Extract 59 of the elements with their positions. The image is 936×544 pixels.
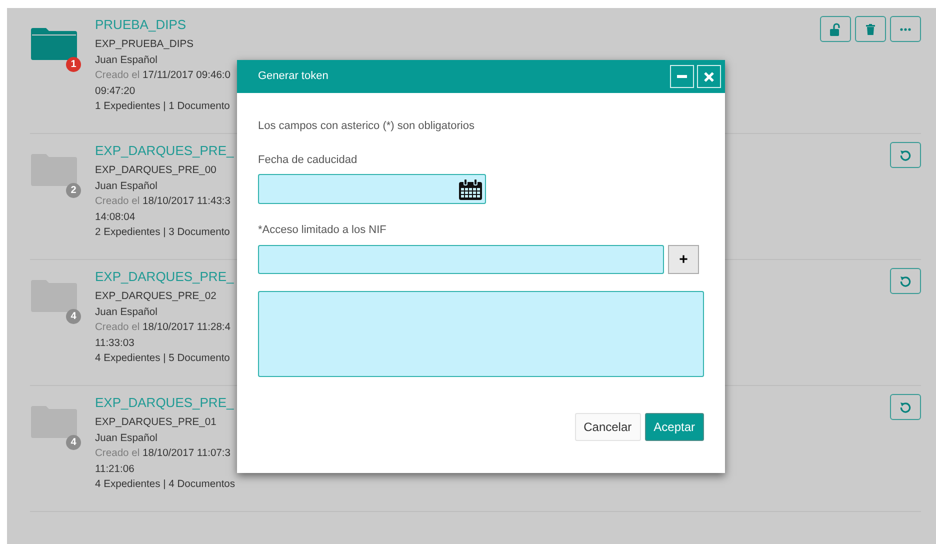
item-code: EXP_DARQUES_PRE_00 xyxy=(95,164,216,178)
minimize-button[interactable] xyxy=(670,65,694,88)
created-date: 17/11/2017 09:46:0 xyxy=(142,70,231,81)
created-label: Creado el xyxy=(95,70,140,81)
unlock-button[interactable] xyxy=(820,16,851,42)
item-totals: 4 Expedientes | 5 Documento xyxy=(95,352,230,366)
created-label: Creado el xyxy=(95,322,140,333)
count-badge: 4 xyxy=(66,309,81,324)
delete-button[interactable] xyxy=(855,16,886,42)
created-date: 18/10/2017 11:28:4 xyxy=(142,322,231,333)
author-name: Juan Español xyxy=(95,180,158,194)
close-button[interactable] xyxy=(697,65,721,88)
restore-button[interactable] xyxy=(890,394,921,420)
count-badge: 2 xyxy=(66,183,81,198)
add-button[interactable]: + xyxy=(668,244,699,274)
field-label: *Acceso limitado a los NIF xyxy=(258,223,388,238)
created-label: Creado el xyxy=(95,448,140,459)
more-button[interactable] xyxy=(890,16,921,42)
required-note: Los campos con asterico (*) son obligatorios xyxy=(258,119,476,134)
item-code: EXP_DARQUES_PRE_02 xyxy=(95,290,216,304)
date-field[interactable] xyxy=(258,174,486,204)
item-code: EXP_PRUEBA_DIPS xyxy=(95,38,194,52)
created-date: 18/10/2017 11:43:3 xyxy=(142,196,231,207)
cancel-button[interactable]: Cancelar xyxy=(574,412,641,440)
field-label: Fecha de caducidad xyxy=(258,152,358,168)
refresh-icon xyxy=(900,150,911,160)
nif-field[interactable] xyxy=(258,244,664,274)
modified-time: 14:08:04 xyxy=(95,210,136,224)
created-date: 18/10/2017 11:07:3 xyxy=(142,448,231,459)
nif-list-area[interactable] xyxy=(258,290,704,376)
more-icon xyxy=(900,28,911,30)
unlock-icon xyxy=(830,22,842,36)
item-title[interactable]: EXP_DARQUES_PRE_ xyxy=(95,142,234,160)
calendar-icon[interactable] xyxy=(459,179,482,200)
author-name: Juan Español xyxy=(95,54,158,68)
item-title[interactable]: EXP_DARQUES_PRE_ xyxy=(95,268,234,286)
author-name: Juan Español xyxy=(95,306,158,320)
trash-icon xyxy=(866,24,875,34)
modified-time: 11:33:03 xyxy=(95,336,134,350)
count-badge: 1 xyxy=(66,57,81,72)
accept-button[interactable]: Aceptar xyxy=(644,412,704,440)
created-label: Creado el xyxy=(95,196,140,207)
dialog-title: Generar token xyxy=(258,69,330,84)
item-title[interactable]: EXP_DARQUES_PRE_ xyxy=(95,394,234,412)
minimize-icon xyxy=(677,75,687,78)
close-icon xyxy=(704,72,714,82)
item-code: EXP_DARQUES_PRE_01 xyxy=(95,416,216,430)
modified-time: 09:47:20 xyxy=(95,84,136,98)
item-totals: 2 Expedientes | 3 Documento xyxy=(95,226,230,240)
refresh-icon xyxy=(900,276,911,286)
item-title[interactable]: PRUEBA_DIPS xyxy=(95,16,186,34)
item-totals: 4 Expedientes | 4 Documentos xyxy=(95,478,236,492)
author-name: Juan Español xyxy=(95,432,158,446)
refresh-icon xyxy=(900,402,911,412)
restore-button[interactable] xyxy=(890,268,921,294)
modified-time: 11:21:06 xyxy=(95,462,134,476)
restore-button[interactable] xyxy=(890,142,921,168)
item-totals: 1 Expedientes | 1 Documento xyxy=(95,100,230,114)
count-badge: 4 xyxy=(66,435,81,450)
